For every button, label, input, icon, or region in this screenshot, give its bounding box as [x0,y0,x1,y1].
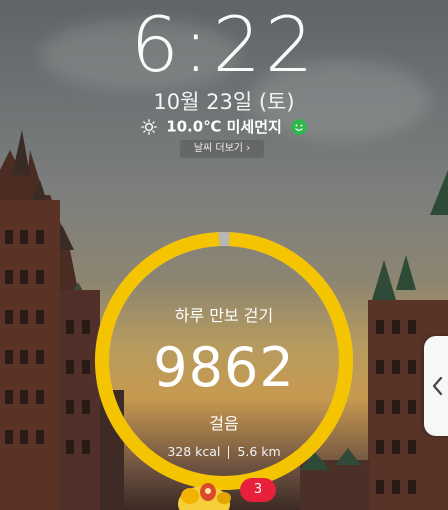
step-count[interactable]: 9862 [114,335,334,401]
pedometer-title: 하루 만보 걷기 [174,306,274,325]
calories: 328 kcal [167,444,221,459]
edge-panel-handle[interactable] [424,336,448,436]
mascot-icon[interactable] [168,474,238,510]
distance: 5.6 km [237,444,281,459]
divider [228,446,230,459]
step-unit: 걸음 [209,414,239,433]
chevron-left-icon [432,376,443,396]
notification-badge[interactable]: 3 [240,478,276,502]
pedometer-stats: 328 kcal 5.6 km [114,444,334,459]
